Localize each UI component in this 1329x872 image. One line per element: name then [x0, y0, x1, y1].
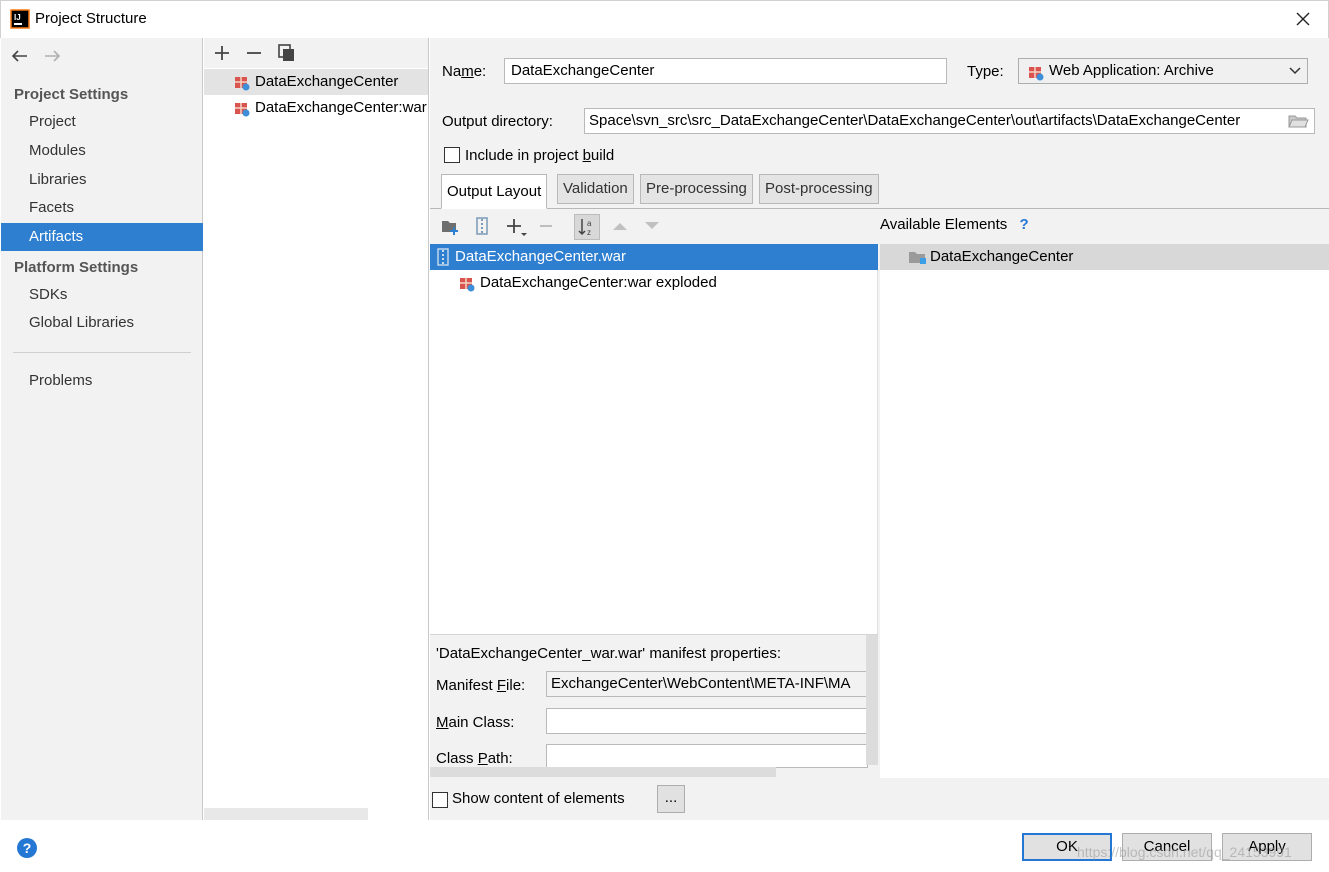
- manifest-file-label: Manifest File:: [436, 677, 526, 694]
- tab-validation[interactable]: Validation: [557, 174, 634, 204]
- sidebar-item-modules[interactable]: Modules: [1, 137, 203, 165]
- artifact-detail-panel: Name: DataExchangeCenter Type: Web Appli…: [430, 38, 1329, 820]
- type-select[interactable]: Web Application: Archive: [1018, 58, 1308, 84]
- close-icon[interactable]: [1290, 6, 1316, 32]
- project-settings-header: Project Settings: [14, 86, 129, 103]
- output-layout-toolbar: az: [430, 212, 878, 242]
- artifact-item[interactable]: DataExchangeCenter:war exploded: [204, 95, 428, 121]
- tab-post-processing[interactable]: Post-processing: [759, 174, 879, 204]
- move-up-icon[interactable]: [611, 218, 629, 234]
- intellij-app-icon: IJ: [10, 9, 30, 29]
- svg-text:z: z: [587, 228, 591, 237]
- tab-output-layout[interactable]: Output Layout: [441, 174, 548, 209]
- artifact-item[interactable]: DataExchangeCenter: [204, 69, 428, 95]
- class-path-field[interactable]: [546, 744, 868, 768]
- type-label: Type:: [967, 63, 1004, 80]
- more-button[interactable]: ...: [657, 785, 685, 813]
- sidebar-item-artifacts[interactable]: Artifacts: [1, 223, 203, 251]
- remove-icon[interactable]: [536, 216, 556, 236]
- archive-icon: [436, 248, 450, 266]
- new-folder-icon[interactable]: [440, 216, 460, 236]
- title-bar: [0, 0, 1329, 38]
- help-icon[interactable]: ?: [1019, 216, 1028, 233]
- sort-az-icon[interactable]: az: [574, 214, 600, 240]
- artifact-list-toolbar: [204, 38, 428, 68]
- watermark: https://blog.csdn.net/qq_24153991: [1077, 844, 1292, 860]
- back-arrow-icon[interactable]: [9, 46, 31, 66]
- output-directory-field[interactable]: Space\svn_src\src_DataExchangeCenter\Dat…: [584, 108, 1315, 134]
- sidebar-divider: [13, 352, 191, 353]
- window-title: Project Structure: [35, 10, 147, 27]
- show-content-label: Show content of elements: [452, 790, 625, 807]
- artifact-exploded-icon: [458, 274, 476, 292]
- available-elements-header: Available Elements ?: [880, 216, 1029, 233]
- artifact-list-panel: DataExchangeCenter DataExchangeCenter:wa…: [204, 38, 429, 820]
- tree-row[interactable]: DataExchangeCenter: [880, 244, 1329, 270]
- sidebar-item-sdks[interactable]: SDKs: [1, 281, 203, 309]
- platform-settings-header: Platform Settings: [14, 259, 139, 276]
- module-folder-icon: [908, 249, 928, 265]
- tree-row[interactable]: DataExchangeCenter.war: [430, 244, 878, 270]
- folder-browse-icon[interactable]: [1287, 112, 1309, 130]
- class-path-label: Class Path:: [436, 750, 513, 767]
- output-directory-label: Output directory:: [442, 113, 553, 130]
- artifact-war-icon: [233, 73, 251, 91]
- main-class-label: Main Class:: [436, 714, 515, 731]
- forward-arrow-icon[interactable]: [41, 46, 63, 66]
- name-field[interactable]: DataExchangeCenter: [504, 58, 947, 84]
- name-label: Name:: [442, 63, 487, 80]
- output-layout-tree: DataExchangeCenter.war DataExchangeCente…: [430, 244, 878, 634]
- include-in-build-label: Include in project build: [465, 147, 615, 164]
- main-class-field[interactable]: [546, 708, 868, 734]
- tree-row[interactable]: DataExchangeCenter:war exploded: [430, 270, 878, 296]
- tabs-divider: [430, 208, 1329, 209]
- svg-text:IJ: IJ: [14, 13, 21, 22]
- artifact-item-label: DataExchangeCenter: [255, 73, 399, 90]
- manifest-properties-panel: 'DataExchangeCenter_war.war' manifest pr…: [430, 634, 878, 782]
- artifact-item-label: DataExchangeCenter:war exploded: [255, 99, 428, 116]
- manifest-file-field[interactable]: ExchangeCenter\WebContent\META-INF\MA: [546, 671, 868, 697]
- tab-pre-processing[interactable]: Pre-processing: [640, 174, 753, 204]
- tree-row-label: DataExchangeCenter: [930, 248, 1074, 265]
- available-elements-tree: DataExchangeCenter: [880, 244, 1329, 778]
- sidebar-item-global-libraries[interactable]: Global Libraries: [1, 309, 203, 337]
- tree-row-label: DataExchangeCenter.war: [455, 248, 626, 265]
- artifact-exploded-icon: [233, 99, 251, 117]
- copy-icon[interactable]: [275, 42, 297, 64]
- horizontal-scrollbar[interactable]: [430, 767, 776, 777]
- sidebar-item-libraries[interactable]: Libraries: [1, 166, 203, 194]
- settings-sidebar: Project Settings Project Modules Librari…: [1, 38, 203, 820]
- remove-icon[interactable]: [243, 42, 265, 64]
- horizontal-scrollbar[interactable]: [204, 808, 368, 820]
- sidebar-item-project[interactable]: Project: [1, 108, 203, 136]
- chevron-down-icon: [1288, 65, 1302, 77]
- svg-text:a: a: [587, 219, 592, 228]
- add-icon[interactable]: [211, 42, 233, 64]
- type-select-value: Web Application: Archive: [1049, 62, 1214, 79]
- move-down-icon[interactable]: [643, 218, 661, 234]
- manifest-title: 'DataExchangeCenter_war.war' manifest pr…: [436, 645, 782, 662]
- include-in-build-checkbox[interactable]: [444, 147, 460, 163]
- tree-row-label: DataExchangeCenter:war exploded: [480, 274, 717, 291]
- help-button[interactable]: ?: [17, 838, 37, 858]
- show-content-checkbox[interactable]: [432, 792, 448, 808]
- vertical-scrollbar[interactable]: [866, 635, 878, 765]
- sidebar-item-facets[interactable]: Facets: [1, 194, 203, 222]
- add-icon[interactable]: [504, 216, 528, 238]
- available-elements-title: Available Elements: [880, 216, 1008, 233]
- archive-icon[interactable]: [472, 216, 492, 236]
- sidebar-item-problems[interactable]: Problems: [1, 367, 203, 395]
- web-archive-icon: [1027, 63, 1045, 81]
